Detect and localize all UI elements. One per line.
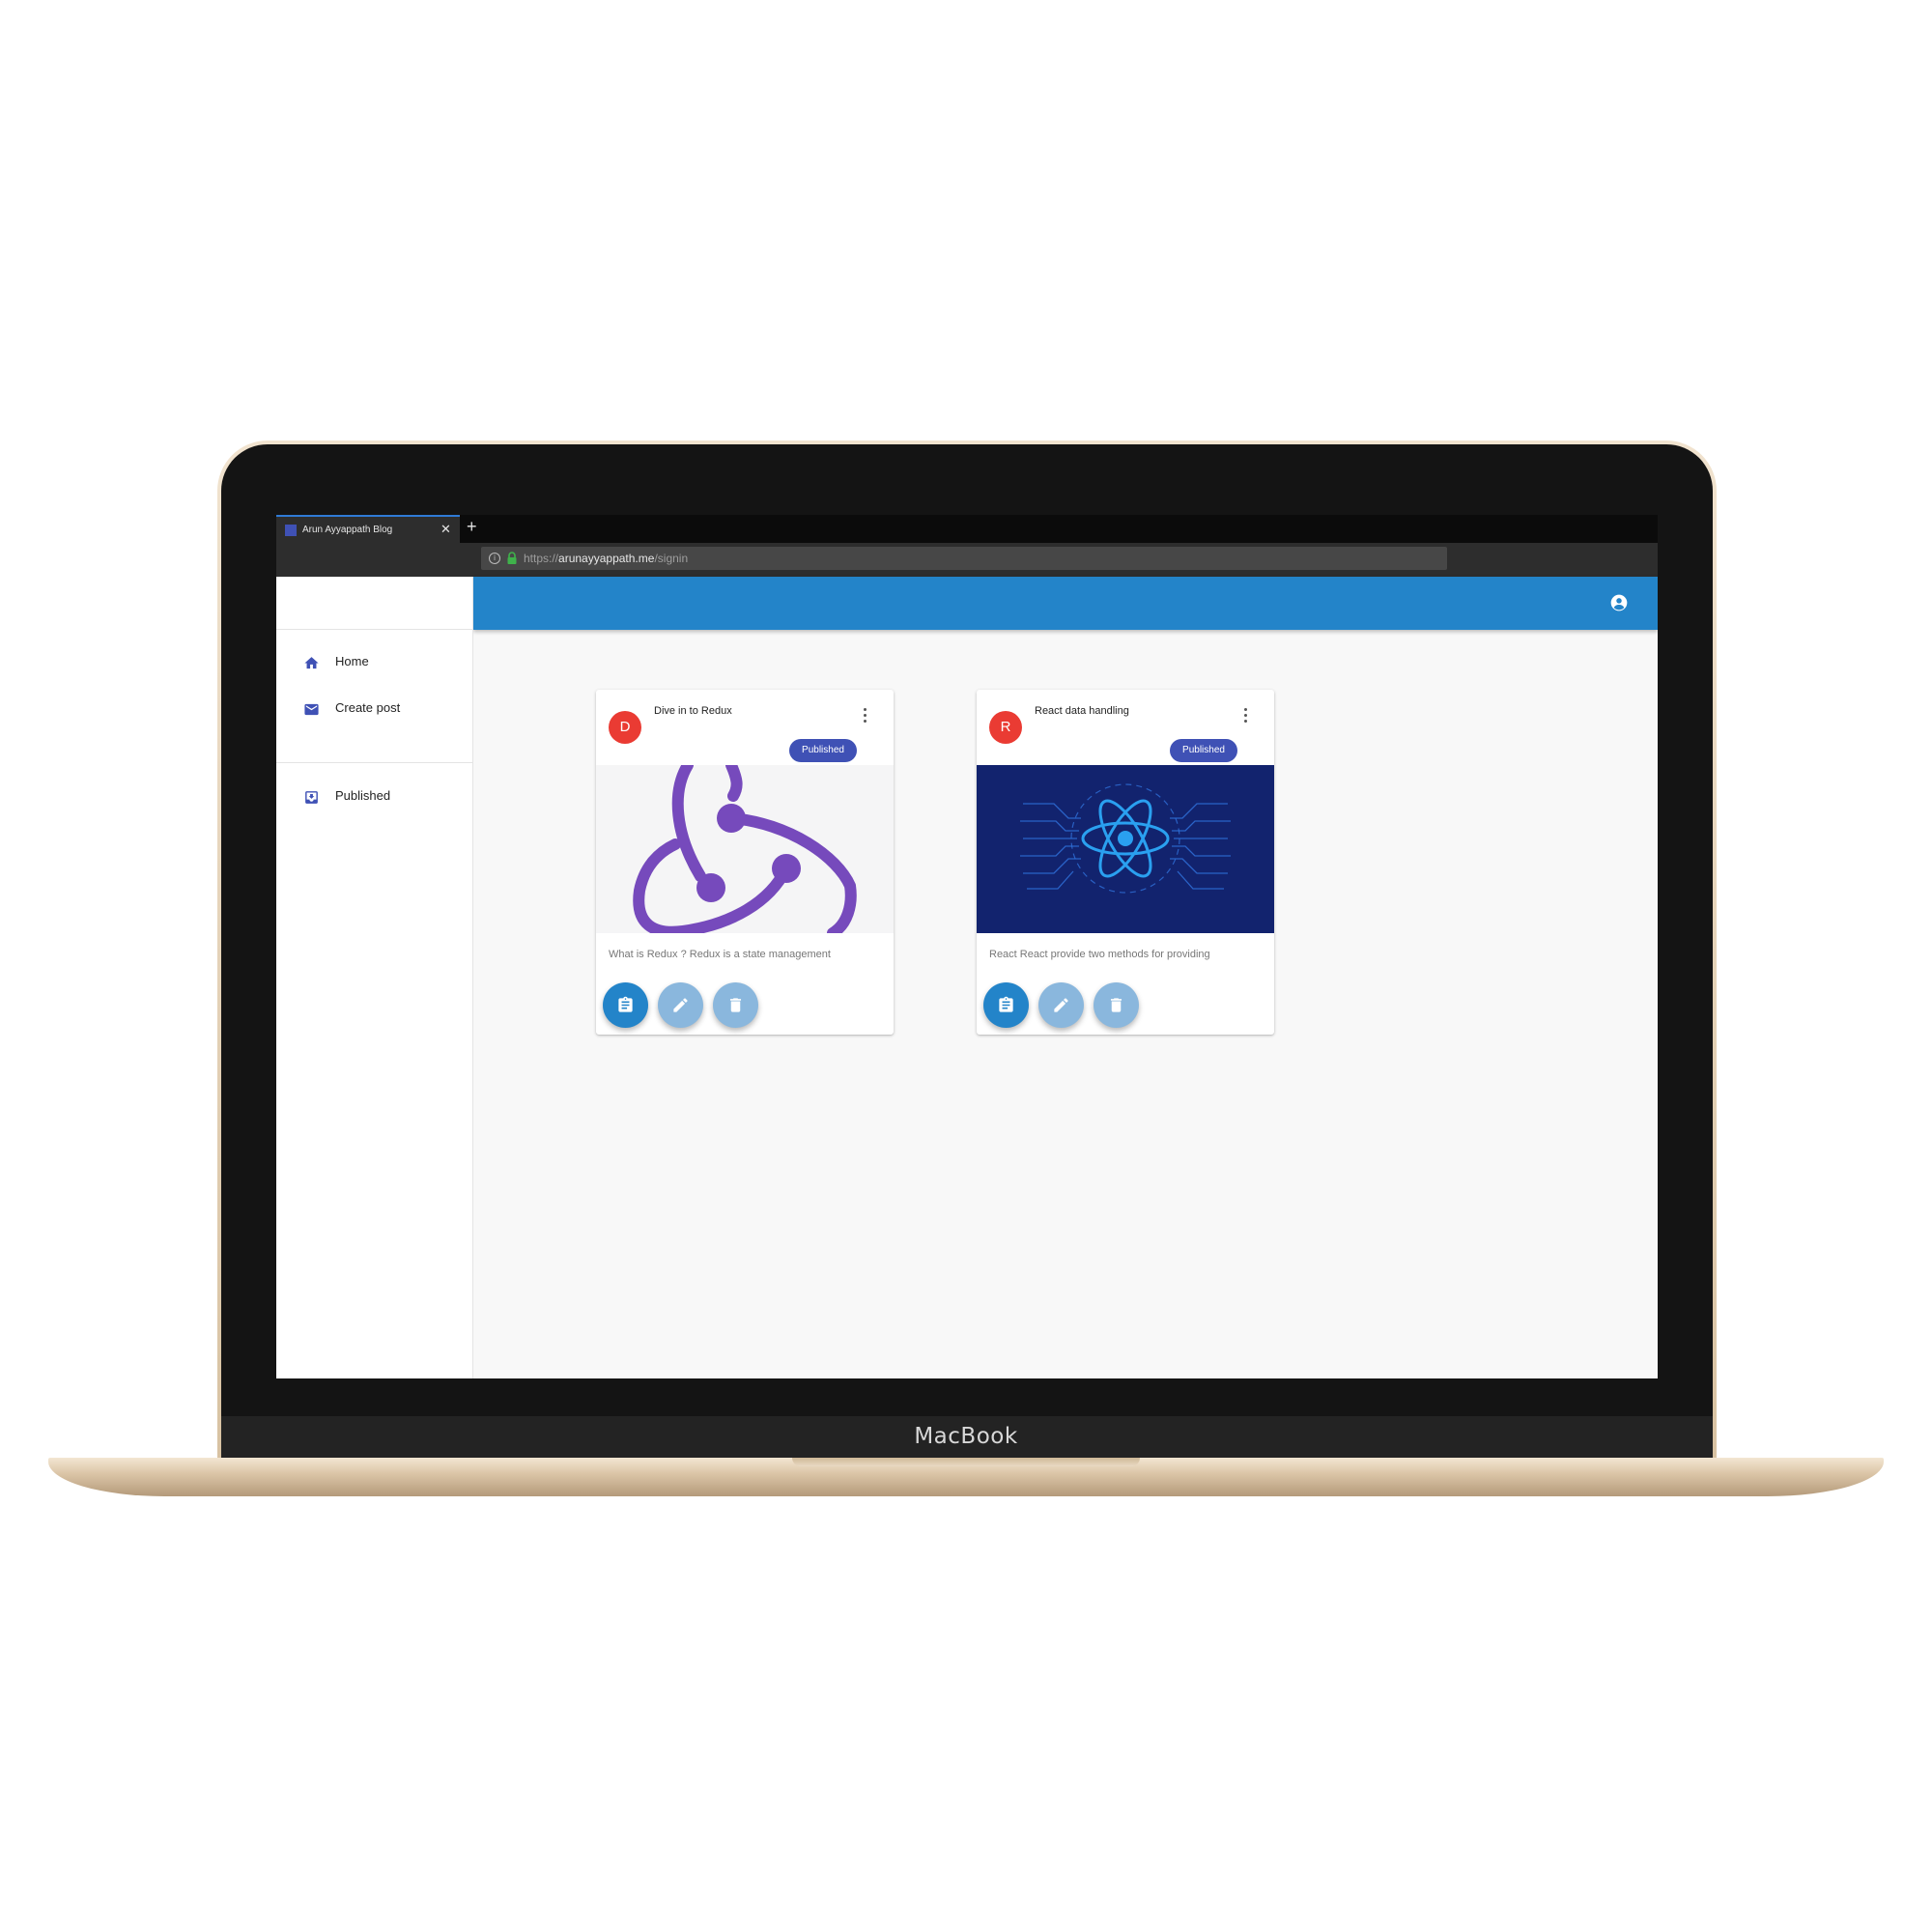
clipboard-icon	[618, 996, 633, 1012]
favicon-icon	[285, 525, 297, 536]
avatar: R	[989, 711, 1022, 744]
pencil-icon	[1054, 998, 1068, 1012]
home-icon	[304, 657, 319, 669]
lock-icon	[507, 552, 517, 564]
app-bar	[473, 577, 1658, 630]
toolbar: i https://arunayyappath.me/signin	[276, 543, 1658, 577]
post-card: D Dive in to Redux Published What is Red…	[596, 690, 894, 1035]
sidebar-header	[276, 577, 472, 630]
close-icon[interactable]: ✕	[440, 522, 451, 537]
post-image	[977, 765, 1274, 933]
post-excerpt: What is Redux ? Redux is a state managem…	[609, 949, 831, 960]
account-circle-icon[interactable]	[1609, 593, 1629, 612]
more-vert-icon[interactable]	[857, 705, 872, 726]
post-title: React data handling	[1035, 705, 1129, 717]
edit-post-button[interactable]	[1038, 982, 1084, 1028]
post-title: Dive in to Redux	[654, 705, 732, 717]
delete-post-button[interactable]	[1094, 982, 1139, 1028]
status-badge: Published	[789, 739, 857, 762]
sidebar-item-label: Published	[335, 788, 391, 803]
tab-title: Arun Ayyappath Blog	[302, 525, 393, 535]
info-icon[interactable]: i	[489, 553, 500, 564]
sidebar-item-published[interactable]: Published	[276, 775, 472, 819]
browser-tab[interactable]: Arun Ayyappath Blog ✕	[276, 515, 460, 543]
device-brand-label: MacBook	[914, 1424, 1018, 1449]
tab-strip: Arun Ayyappath Blog ✕ +	[276, 515, 1658, 543]
sidebar-item-create-post[interactable]: Create post	[276, 687, 472, 731]
post-image	[596, 765, 894, 933]
view-post-button[interactable]	[603, 982, 648, 1028]
sidebar-item-home[interactable]: Home	[276, 640, 472, 685]
post-card: R React data handling Published React Re…	[977, 690, 1274, 1035]
more-vert-icon[interactable]	[1237, 705, 1253, 726]
laptop-notch	[792, 1458, 1140, 1466]
avatar: D	[609, 711, 641, 744]
pencil-icon	[673, 998, 688, 1012]
url-host: arunayyappath.me	[558, 552, 655, 565]
url-text: https://arunayyappath.me/signin	[524, 552, 688, 565]
new-tab-button[interactable]: +	[467, 517, 477, 537]
trash-icon	[729, 998, 742, 1012]
clipboard-icon	[999, 996, 1013, 1012]
sidebar: Home Create post Published	[276, 577, 473, 1378]
sidebar-item-label: Create post	[335, 700, 401, 715]
status-badge: Published	[1170, 739, 1237, 762]
browser-window: Arun Ayyappath Blog ✕ + i https://arunay…	[276, 515, 1658, 1378]
post-excerpt: React React provide two methods for prov…	[989, 949, 1210, 960]
sidebar-item-label: Home	[335, 654, 369, 668]
redux-logo-icon	[633, 765, 857, 933]
delete-post-button[interactable]	[713, 982, 758, 1028]
url-path: /signin	[654, 552, 689, 565]
inbox-icon	[305, 791, 318, 804]
device-mockup: MacBook Arun Ayyappath Blog ✕ + i https:…	[0, 0, 1932, 1932]
view-post-button[interactable]	[983, 982, 1029, 1028]
edit-post-button[interactable]	[658, 982, 703, 1028]
url-scheme: https://	[524, 552, 559, 565]
sidebar-divider	[276, 762, 472, 763]
mail-icon	[304, 703, 319, 716]
trash-icon	[1110, 998, 1122, 1012]
react-atom-icon	[1020, 783, 1231, 894]
address-bar[interactable]: i https://arunayyappath.me/signin	[481, 547, 1447, 570]
